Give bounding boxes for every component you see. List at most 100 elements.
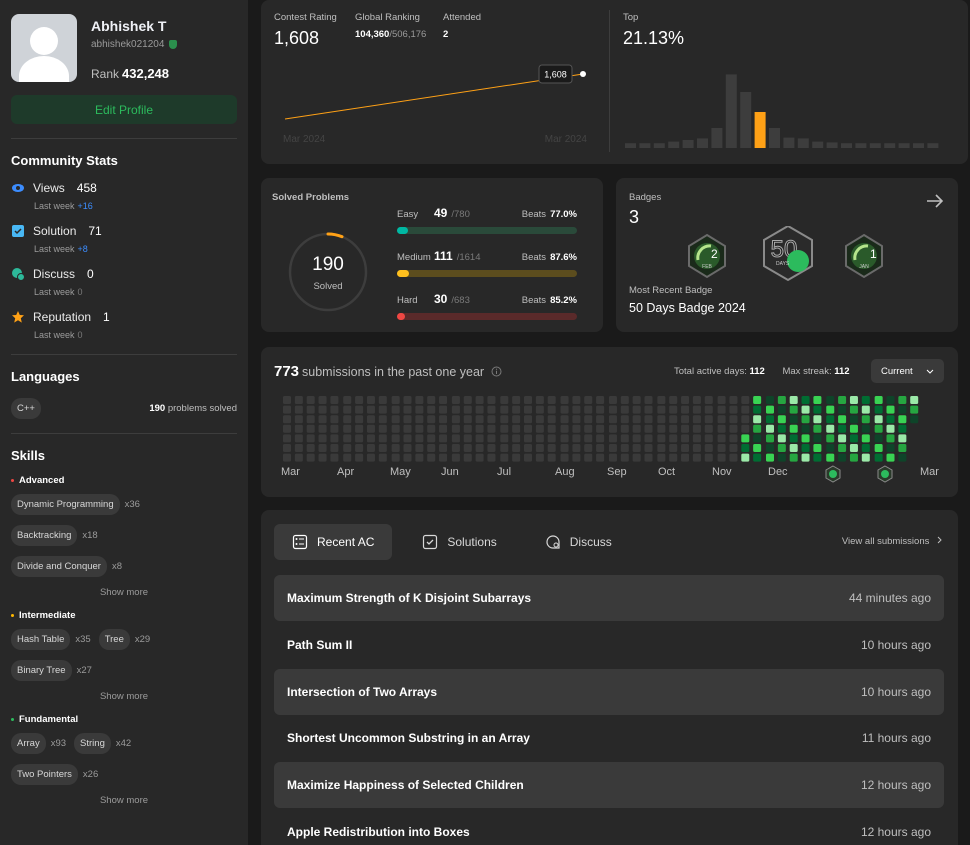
skill-chip[interactable]: Divide and Conquer x8: [11, 556, 122, 577]
heatmap-cell: [861, 396, 870, 404]
heatmap-cell: [500, 434, 509, 443]
heatmap-cell: [524, 424, 532, 433]
heatmap-cell: [729, 444, 738, 452]
skill-chip[interactable]: Two Pointers x26: [11, 764, 98, 785]
heatmap-cell: [439, 405, 448, 414]
heatmap-cell: [632, 434, 641, 443]
tab-recent-ac[interactable]: Recent AC: [274, 524, 393, 560]
heatmap-cell: [657, 434, 666, 443]
solved-ring[interactable]: 190 Solved: [288, 232, 368, 312]
heatmap-cell: [463, 405, 472, 414]
submission-title[interactable]: Apple Redistribution into Boxes: [287, 825, 470, 839]
heatmap-cell: [355, 434, 364, 443]
show-more-link[interactable]: Show more: [11, 587, 237, 598]
heatmap-cell: [657, 424, 666, 433]
heatmap-cell: [475, 415, 484, 424]
shield-icon: [169, 40, 178, 49]
submission-title[interactable]: Path Sum II: [287, 638, 352, 652]
submission-title[interactable]: Shortest Uncommon Substring in an Array: [287, 731, 530, 745]
edit-profile-button[interactable]: Edit Profile: [11, 95, 237, 124]
heatmap-cell: [692, 415, 701, 424]
skill-chip[interactable]: Array x93: [11, 733, 66, 754]
submission-title[interactable]: Maximize Happiness of Selected Children: [287, 778, 524, 792]
heatmap-cell: [898, 453, 907, 462]
skill-chip[interactable]: Hash Table x35: [11, 629, 91, 650]
skill-chip[interactable]: Dynamic Programming x36: [11, 494, 140, 515]
submission-row[interactable]: Apple Redistribution into Boxes 12 hours …: [274, 809, 944, 845]
heatmap-cell: [801, 424, 810, 433]
heatmap-cell: [620, 405, 629, 414]
heatmap-cell: [874, 405, 883, 414]
heatmap-cell: [403, 415, 412, 424]
heatmap-cell: [306, 434, 315, 443]
skill-chip[interactable]: Backtracking x18: [11, 525, 98, 546]
heatmap-cell: [692, 405, 701, 414]
difficulty-bar: [397, 270, 577, 277]
skill-chip[interactable]: Binary Tree x27: [11, 660, 92, 681]
heatmap-cell: [572, 405, 581, 414]
tab-solutions[interactable]: Solutions: [404, 524, 514, 560]
heatmap-cell: [704, 415, 713, 424]
heatmap-cell: [753, 424, 762, 433]
submission-title[interactable]: Intersection of Two Arrays: [287, 685, 437, 699]
heatmap-cell: [874, 415, 883, 424]
profile-username: abhishek021204: [91, 39, 165, 50]
show-more-link[interactable]: Show more: [11, 795, 237, 806]
heatmap-cell: [717, 415, 726, 424]
heatmap-cell: [366, 444, 375, 452]
chat-search-icon: [546, 535, 560, 549]
difficulty-beats: Beats 87.6%: [521, 252, 577, 263]
submission-row[interactable]: Maximize Happiness of Selected Children 1…: [274, 762, 944, 809]
heatmap-cell: [355, 424, 364, 433]
submission-row[interactable]: Path Sum II 10 hours ago: [274, 622, 944, 668]
heatmap-cell: [801, 415, 810, 424]
heatmap-cell: [547, 424, 556, 433]
stat-value: 71: [88, 224, 102, 238]
submission-title[interactable]: Maximum Strength of K Disjoint Subarrays: [287, 591, 531, 605]
heatmap-cell: [378, 415, 387, 424]
rating-chart[interactable]: 1,608 Mar 2024 Mar 2024: [261, 0, 609, 164]
heatmap-cell: [766, 453, 774, 462]
heatmap-cell: [427, 424, 436, 433]
arrow-right-icon[interactable]: [926, 193, 944, 209]
heatmap-cell: [874, 444, 883, 452]
heatmap-cell: [801, 453, 810, 462]
skill-chip[interactable]: String x42: [74, 733, 131, 754]
heatmap-cell: [343, 405, 352, 414]
heatmap-cell: [632, 444, 641, 452]
heatmap-cell: [512, 396, 521, 404]
ranking-histogram[interactable]: [625, 62, 941, 148]
heatmap-cell: [596, 405, 605, 414]
heatmap-cell: [283, 396, 291, 404]
heatmap-cell: [560, 424, 569, 433]
profile-header: Abhishek T abhishek021204 Rank 432,248: [11, 14, 237, 82]
heatmap-cell: [366, 453, 375, 462]
heatmap-cell: [644, 453, 653, 462]
heatmap-cell: [294, 444, 303, 452]
show-more-link[interactable]: Show more: [11, 691, 237, 702]
heatmap-cell: [584, 453, 593, 462]
submission-row[interactable]: Maximum Strength of K Disjoint Subarrays…: [274, 575, 944, 621]
heatmap-cell: [704, 405, 713, 414]
heatmap-cell: [451, 444, 460, 452]
tab-discuss[interactable]: Discuss: [527, 524, 630, 560]
skill-chip[interactable]: Tree x29: [98, 629, 150, 650]
heatmap-cell: [608, 405, 617, 414]
heatmap-cell: [547, 453, 556, 462]
heatmap-cell: [704, 434, 713, 443]
submission-row[interactable]: Shortest Uncommon Substring in an Array 1…: [274, 715, 944, 761]
heatmap-cell: [487, 434, 496, 443]
heatmap-cell: [669, 415, 678, 424]
heatmap-cell: [910, 405, 919, 414]
month-label: Jul: [497, 466, 512, 478]
submission-row[interactable]: Intersection of Two Arrays 10 hours ago: [274, 668, 944, 715]
heatmap-cell: [886, 396, 895, 404]
language-chip[interactable]: C++: [11, 398, 41, 419]
view-all-submissions-link[interactable]: View all submissions: [842, 536, 943, 547]
histogram-bar: [898, 143, 910, 148]
heatmap-cell: [849, 424, 858, 433]
heatmap-cell: [318, 424, 327, 433]
heatmap-cell: [753, 396, 762, 404]
avatar[interactable]: [11, 14, 77, 82]
heatmap-cell: [838, 434, 847, 443]
